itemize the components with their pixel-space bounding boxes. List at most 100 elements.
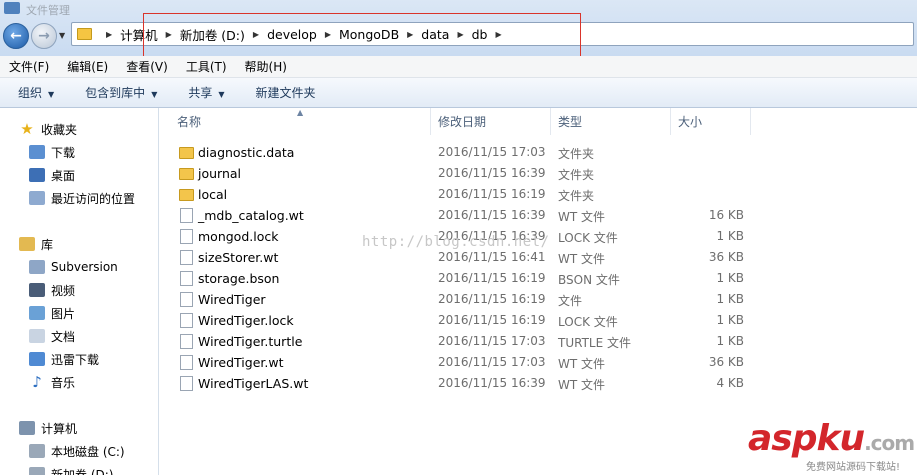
menu-tools[interactable]: 工具(T) bbox=[177, 58, 236, 75]
file-date: 2016/11/15 16:19 bbox=[438, 292, 546, 306]
file-type: LOCK 文件 bbox=[558, 231, 618, 245]
sidebar-item-recent[interactable]: 最近访问的位置 bbox=[29, 188, 135, 208]
file-date: 2016/11/15 16:39 bbox=[438, 229, 546, 243]
picture-icon bbox=[29, 306, 45, 320]
thunder-download-icon bbox=[29, 352, 45, 366]
video-icon bbox=[29, 283, 45, 297]
file-size: 1 KB bbox=[716, 313, 744, 327]
library-icon bbox=[19, 237, 35, 251]
sidebar-item-videos[interactable]: 视频 bbox=[29, 280, 75, 300]
caret-down-icon: ▼ bbox=[151, 90, 158, 99]
column-header-date[interactable]: 修改日期 bbox=[431, 108, 551, 135]
window-title: 文件管理 bbox=[26, 4, 70, 17]
file-type: BSON 文件 bbox=[558, 273, 620, 287]
sidebar-item-label: 视频 bbox=[51, 283, 76, 298]
back-arrow-icon: ← bbox=[10, 28, 22, 44]
file-name: mongod.lock bbox=[198, 229, 279, 244]
file-size: 1 KB bbox=[716, 229, 744, 243]
column-header-name[interactable]: 名称 bbox=[160, 108, 431, 135]
logo-ku: ku bbox=[816, 418, 866, 459]
file-icon bbox=[180, 313, 193, 328]
menu-view[interactable]: 查看(V) bbox=[117, 58, 177, 75]
organize-label: 组织 bbox=[18, 86, 43, 100]
folder-icon bbox=[179, 189, 194, 201]
file-date: 2016/11/15 16:19 bbox=[438, 313, 546, 327]
sidebar-item-computer[interactable]: 计算机 bbox=[19, 418, 77, 438]
sidebar-item-label: Subversion bbox=[51, 260, 118, 274]
new-folder-button[interactable]: 新建文件夹 bbox=[238, 84, 329, 101]
file-row[interactable]: WiredTiger.lock 2016/11/15 16:19 LOCK 文件… bbox=[160, 310, 917, 331]
file-icon bbox=[180, 292, 193, 307]
file-row[interactable]: sizeStorer.wt 2016/11/15 16:41 WT 文件 36 … bbox=[160, 247, 917, 268]
sidebar-item-subversion[interactable]: Subversion bbox=[29, 257, 118, 277]
file-row[interactable]: WiredTigerLAS.wt 2016/11/15 16:39 WT 文件 … bbox=[160, 373, 917, 394]
share-button[interactable]: 共享 ▼ bbox=[170, 84, 237, 101]
file-row[interactable]: local 2016/11/15 16:19 文件夹 bbox=[160, 184, 917, 205]
file-name: WiredTiger.lock bbox=[198, 313, 294, 328]
file-icon bbox=[180, 355, 193, 370]
file-type: 文件夹 bbox=[558, 189, 595, 203]
sidebar-item-favorites[interactable]: ★ 收藏夹 bbox=[19, 119, 77, 139]
sidebar-item-label: 桌面 bbox=[51, 168, 76, 183]
file-name: storage.bson bbox=[198, 271, 280, 286]
drive-icon bbox=[29, 444, 45, 458]
sidebar-item-pictures[interactable]: 图片 bbox=[29, 303, 75, 323]
file-row[interactable]: _mdb_catalog.wt 2016/11/15 16:39 WT 文件 1… bbox=[160, 205, 917, 226]
file-icon bbox=[180, 229, 193, 244]
file-size: 36 KB bbox=[708, 250, 744, 264]
column-header-type[interactable]: 类型 bbox=[551, 108, 671, 135]
file-row[interactable]: WiredTiger.wt 2016/11/15 17:03 WT 文件 36 … bbox=[160, 352, 917, 373]
column-header-size[interactable]: 大小 bbox=[671, 108, 751, 135]
file-size: 36 KB bbox=[708, 355, 744, 369]
sidebar-item-libraries[interactable]: 库 bbox=[19, 234, 53, 254]
file-row[interactable]: diagnostic.data 2016/11/15 17:03 文件夹 bbox=[160, 142, 917, 163]
include-in-library-button[interactable]: 包含到库中 ▼ bbox=[67, 84, 170, 101]
file-name: WiredTiger.turtle bbox=[198, 334, 303, 349]
sidebar-item-label: 收藏夹 bbox=[41, 122, 78, 137]
file-type: 文件夹 bbox=[558, 168, 595, 182]
library-folder-icon bbox=[29, 260, 45, 274]
file-date: 2016/11/15 16:19 bbox=[438, 271, 546, 285]
forward-button[interactable]: → bbox=[31, 23, 57, 49]
file-type: LOCK 文件 bbox=[558, 315, 618, 329]
site-logo: aspku.com bbox=[748, 418, 915, 459]
sidebar-item-label: 最近访问的位置 bbox=[51, 191, 136, 206]
recent-pages-dropdown[interactable]: ▼ bbox=[59, 31, 65, 40]
desktop-icon bbox=[29, 168, 45, 182]
menu-edit[interactable]: 编辑(E) bbox=[58, 58, 117, 75]
forward-arrow-icon: → bbox=[38, 28, 50, 44]
chevron-right-icon[interactable]: ▶ bbox=[106, 30, 112, 39]
sidebar-item-new-d[interactable]: 新加卷 (D:) bbox=[29, 464, 113, 475]
file-type: WT 文件 bbox=[558, 357, 606, 371]
music-icon: ♪ bbox=[32, 373, 42, 391]
sidebar-item-downloads[interactable]: 下载 bbox=[29, 142, 75, 162]
file-size: 1 KB bbox=[716, 271, 744, 285]
sidebar-item-thunder[interactable]: 迅雷下载 bbox=[29, 349, 99, 369]
sidebar-item-music[interactable]: ♪ 音乐 bbox=[29, 372, 75, 392]
sidebar-item-documents[interactable]: 文档 bbox=[29, 326, 75, 346]
sidebar-item-label: 下载 bbox=[51, 145, 76, 160]
file-date: 2016/11/15 16:39 bbox=[438, 376, 546, 390]
file-icon bbox=[180, 271, 193, 286]
sidebar-item-label: 计算机 bbox=[41, 421, 78, 436]
menu-file[interactable]: 文件(F) bbox=[0, 58, 58, 75]
column-header-label: 名称 bbox=[177, 115, 202, 129]
sidebar-item-label: 新加卷 (D:) bbox=[51, 467, 114, 475]
sidebar-item-local-c[interactable]: 本地磁盘 (C:) bbox=[29, 441, 125, 461]
sidebar-item-desktop[interactable]: 桌面 bbox=[29, 165, 75, 185]
file-row[interactable]: WiredTiger.turtle 2016/11/15 17:03 TURTL… bbox=[160, 331, 917, 352]
file-row[interactable]: WiredTiger 2016/11/15 16:19 文件 1 KB bbox=[160, 289, 917, 310]
file-name: WiredTiger bbox=[198, 292, 266, 307]
file-row[interactable]: mongod.lock 2016/11/15 16:39 LOCK 文件 1 K… bbox=[160, 226, 917, 247]
download-folder-icon bbox=[29, 145, 45, 159]
back-button[interactable]: ← bbox=[3, 23, 29, 49]
file-name: local bbox=[198, 187, 228, 202]
file-row[interactable]: journal 2016/11/15 16:39 文件夹 bbox=[160, 163, 917, 184]
organize-button[interactable]: 组织 ▼ bbox=[0, 84, 67, 101]
menu-help[interactable]: 帮助(H) bbox=[236, 58, 296, 75]
column-header-label: 类型 bbox=[558, 115, 583, 129]
file-row[interactable]: storage.bson 2016/11/15 16:19 BSON 文件 1 … bbox=[160, 268, 917, 289]
logo-subtitle: 免费网站源码下载站! bbox=[806, 462, 901, 473]
document-icon bbox=[29, 329, 45, 343]
share-label: 共享 bbox=[188, 86, 213, 100]
